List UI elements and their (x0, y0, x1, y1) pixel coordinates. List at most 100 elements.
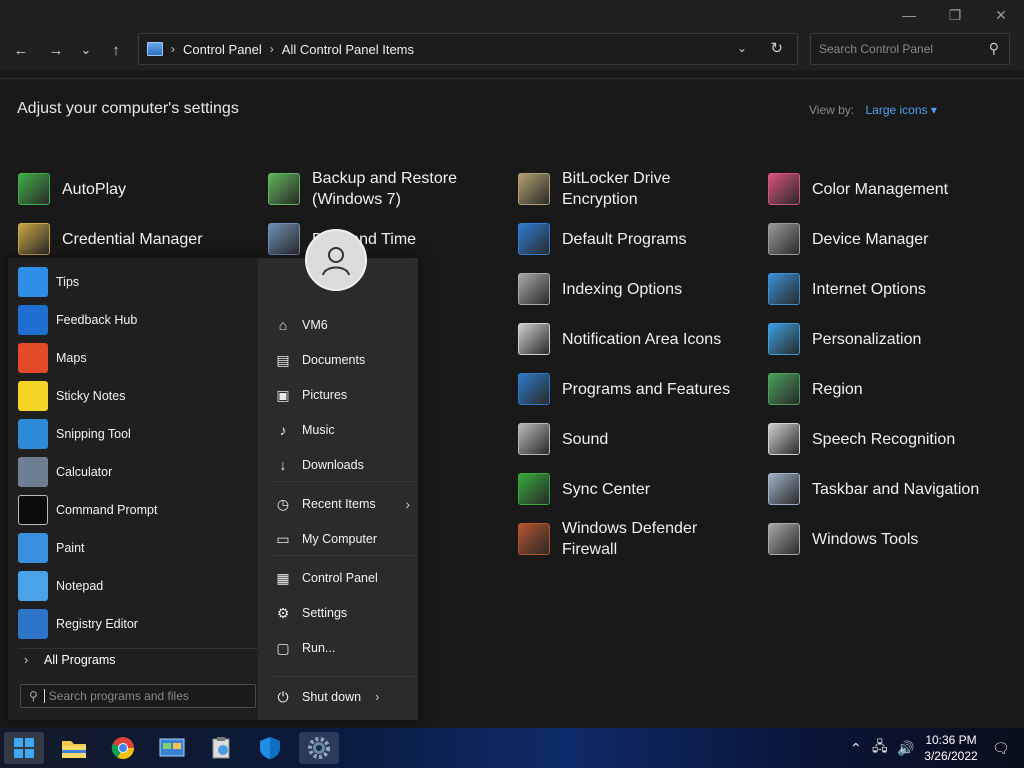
cp-item-indexing-options[interactable]: Indexing Options (518, 272, 748, 306)
all-programs-button[interactable]: › All Programs (18, 648, 258, 670)
search-icon: ⚲ (29, 689, 38, 703)
control-panel-icon: ▦ (276, 569, 290, 586)
clock[interactable]: 10:36 PM 3/26/2022 (918, 732, 984, 764)
refresh-icon[interactable]: ↻ (770, 39, 783, 57)
default-programs-icon (518, 223, 550, 255)
sticky-notes-icon (18, 381, 48, 411)
start-app-calculator[interactable]: Calculator (18, 456, 112, 488)
cp-item-windows-tools[interactable]: Windows Tools (768, 522, 998, 556)
start-place-music[interactable]: ♪ Music (274, 415, 414, 445)
network-icon[interactable]: 🖧 (872, 728, 888, 768)
view-by-label: View by: (809, 103, 855, 117)
start-place-pictures[interactable]: ▣ Pictures (274, 380, 414, 410)
bitlocker-icon (518, 173, 550, 205)
shut-down-label: Shut down (302, 690, 362, 704)
start-place-user-folder[interactable]: ⌂ VM6 (274, 310, 414, 340)
start-app-registry-editor[interactable]: Registry Editor (18, 608, 138, 640)
pictures-icon: ▣ (276, 386, 290, 403)
control-panel-icon (159, 738, 185, 757)
search-icon[interactable]: ⚲ (989, 40, 999, 57)
start-place-downloads[interactable]: ↓ Downloads (274, 450, 414, 480)
up-button[interactable]: ↑ (103, 38, 129, 62)
security-taskbar-button[interactable] (250, 732, 290, 764)
start-place-run[interactable]: ▢ Run... (274, 633, 414, 663)
breadcrumb-all-items[interactable]: All Control Panel Items (282, 42, 414, 57)
address-dropdown-icon[interactable]: ⌄ (737, 41, 747, 55)
gear-icon (308, 737, 330, 759)
start-app-notepad[interactable]: Notepad (18, 570, 103, 602)
start-place-control-panel[interactable]: ▦ Control Panel (274, 563, 414, 593)
address-bar[interactable]: › Control Panel › All Control Panel Item… (138, 33, 798, 65)
start-app-label: Snipping Tool (56, 427, 131, 441)
downloads-icon: ↓ (279, 457, 287, 473)
start-app-snipping-tool[interactable]: Snipping Tool (18, 418, 131, 450)
chrome-taskbar-button[interactable] (103, 732, 143, 764)
start-place-label: Control Panel (302, 571, 378, 585)
settings-taskbar-button[interactable] (299, 732, 339, 764)
control-panel-taskbar-button[interactable] (152, 732, 192, 764)
shut-down-button[interactable]: ⏻ Shut down › (274, 684, 379, 710)
cp-item-firewall[interactable]: Windows Defender Firewall (518, 520, 748, 558)
cp-item-color-management[interactable]: Color Management (768, 172, 998, 206)
cp-item-sync-center[interactable]: Sync Center (518, 472, 748, 506)
cp-item-speech-recognition[interactable]: Speech Recognition (768, 422, 998, 456)
start-button[interactable] (4, 732, 44, 764)
start-place-label: Recent Items (302, 497, 376, 511)
cp-item-default-programs[interactable]: Default Programs (518, 222, 748, 256)
start-app-paint[interactable]: Paint (18, 532, 85, 564)
cp-item-label: AutoPlay (62, 180, 127, 198)
maximize-button[interactable]: ❐ (932, 0, 978, 30)
cp-item-personalization[interactable]: Personalization (768, 322, 998, 356)
cp-item-autoplay[interactable]: AutoPlay (18, 172, 248, 206)
cp-item-label: Speech Recognition (812, 430, 956, 448)
cp-item-credential-manager[interactable]: Credential Manager (18, 222, 248, 256)
back-button[interactable]: ← (8, 38, 34, 62)
cp-item-taskbar-navigation[interactable]: Taskbar and Navigation (768, 472, 998, 506)
backup-restore-icon (268, 173, 300, 205)
cp-item-internet-options[interactable]: Internet Options (768, 272, 998, 306)
start-search-input[interactable]: ⚲ Search programs and files (20, 684, 256, 708)
start-app-label: Feedback Hub (56, 313, 138, 327)
sync-center-icon (518, 473, 550, 505)
cp-item-programs-features[interactable]: Programs and Features (518, 372, 748, 406)
chevron-right-icon[interactable]: › (375, 690, 379, 704)
start-app-tips[interactable]: Tips (18, 266, 79, 298)
cp-item-backup-restore[interactable]: Backup and Restore (Windows 7) (268, 170, 498, 208)
volume-icon[interactable]: 🔊 (897, 728, 914, 768)
start-place-label: My Computer (302, 532, 378, 546)
breadcrumb-control-panel[interactable]: Control Panel (183, 42, 262, 57)
start-app-label: Sticky Notes (56, 389, 126, 403)
start-place-settings[interactable]: ⚙ Settings (274, 598, 414, 628)
remote-desktop-taskbar-button[interactable] (201, 732, 241, 764)
cp-item-region[interactable]: Region (768, 372, 998, 406)
cp-item-device-manager[interactable]: Device Manager (768, 222, 998, 256)
start-place-recent-items[interactable]: ◷ Recent Items › (274, 489, 414, 519)
cp-item-notification-area[interactable]: Notification Area Icons (518, 322, 748, 356)
view-by-dropdown[interactable]: Large icons ▾ (865, 103, 936, 117)
start-place-documents[interactable]: ▤ Documents (274, 345, 414, 375)
user-avatar[interactable] (305, 229, 367, 291)
recent-locations-button[interactable]: ⌄ (73, 38, 99, 62)
cp-item-label: Backup and Restore (Windows 7) (312, 170, 457, 208)
start-app-label: Paint (56, 541, 85, 555)
minimize-button[interactable]: — (886, 0, 932, 30)
clipboard-icon (212, 737, 230, 759)
cp-item-bitlocker[interactable]: BitLocker Drive Encryption (518, 170, 748, 208)
notification-center-icon[interactable]: 🗨 (992, 728, 1010, 768)
chevron-right-icon[interactable]: › (405, 496, 410, 512)
personalization-icon (768, 323, 800, 355)
cp-item-date-time[interactable]: Date and Time (268, 222, 498, 256)
start-place-my-computer[interactable]: ▭ My Computer (274, 524, 414, 554)
color-management-icon (768, 173, 800, 205)
search-input[interactable]: Search Control Panel ⚲ (810, 33, 1010, 65)
start-app-sticky-notes[interactable]: Sticky Notes (18, 380, 125, 412)
start-app-maps[interactable]: Maps (18, 342, 87, 374)
start-app-command-prompt[interactable]: Command Prompt (18, 494, 157, 526)
show-hidden-icons-button[interactable]: ⌃ (850, 728, 862, 768)
close-button[interactable]: ✕ (978, 0, 1024, 30)
documents-icon: ▤ (276, 351, 290, 368)
forward-button[interactable]: → (43, 38, 69, 62)
start-app-feedback-hub[interactable]: Feedback Hub (18, 304, 137, 336)
file-explorer-taskbar-button[interactable] (54, 732, 94, 764)
cp-item-sound[interactable]: Sound (518, 422, 748, 456)
